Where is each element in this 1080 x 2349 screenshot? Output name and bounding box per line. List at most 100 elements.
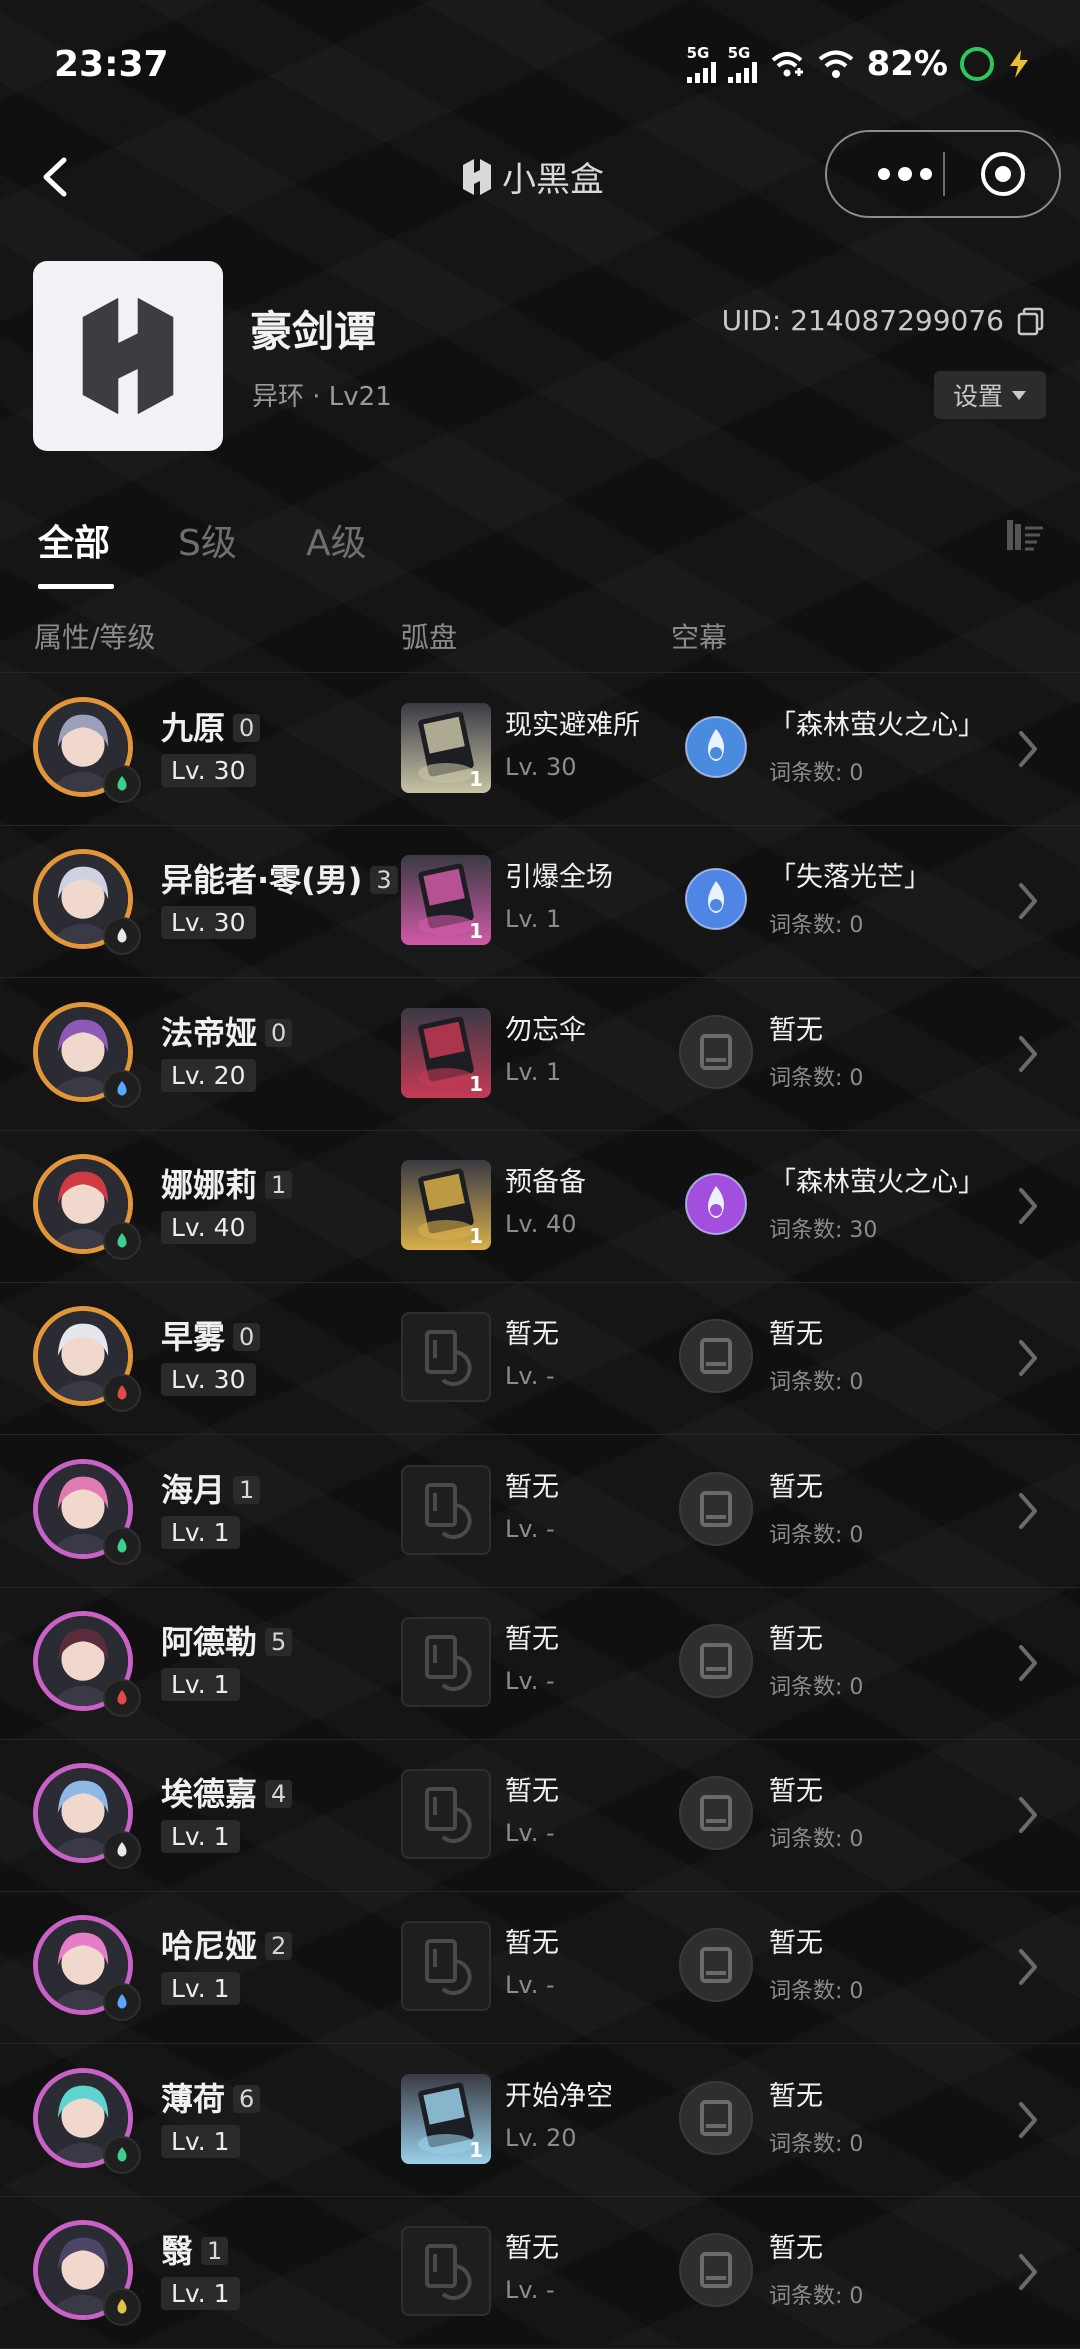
character-level: Lv. 1: [161, 2124, 240, 2158]
uid-text: UID: 214087299076: [721, 304, 1004, 337]
sky-curtain-icon: [676, 707, 756, 787]
tab-a-rank[interactable]: A级: [306, 514, 367, 566]
arc-disc-name: 现实避难所: [505, 710, 640, 741]
constellation-badge: 0: [233, 1323, 261, 1352]
wifi-icon: [818, 50, 853, 78]
wifi-plus-icon: [771, 52, 803, 77]
constellation-badge: 1: [233, 1475, 261, 1504]
constellation-badge: 1: [265, 1170, 293, 1199]
sky-curtain-entry-count: 词条数: 0: [769, 761, 864, 786]
character-name-text: 翳: [161, 2232, 194, 2270]
sort-filter-icon[interactable]: [1004, 514, 1046, 556]
character-name: 薄荷 6: [161, 2074, 261, 2120]
chevron-right-icon[interactable]: [1013, 1793, 1043, 1837]
sky-curtain-entry-count: 词条数: 0: [769, 2131, 864, 2157]
character-row[interactable]: 异能者·零(男) 3 Lv. 30 1 引爆全场 Lv. 1 「失落光芒」 词条…: [0, 825, 1080, 979]
element-blue-icon: [103, 1983, 141, 2022]
chevron-right-icon[interactable]: [1013, 1489, 1043, 1533]
sky-curtain-entry-count: 词条数: 0: [769, 1522, 864, 1548]
sky-curtain-name: 暂无: [769, 2233, 823, 2264]
character-row[interactable]: 早雾 0 Lv. 30 暂无 Lv. - 暂无 词条数: 0: [0, 1282, 1080, 1436]
element-green-icon: [103, 2135, 141, 2174]
chevron-right-icon[interactable]: [1013, 2250, 1043, 2294]
constellation-badge: 2: [265, 1932, 293, 1961]
sky-curtain-name: 暂无: [769, 1776, 823, 1808]
constellation-badge: 0: [265, 1018, 293, 1047]
more-menu-button[interactable]: [855, 132, 955, 216]
character-row[interactable]: 哈尼娅 2 Lv. 1 暂无 Lv. - 暂无 词条数: 0: [0, 1891, 1080, 2045]
arc-disc-level: Lv. 1: [505, 905, 562, 934]
sky-curtain-name: 暂无: [769, 2080, 823, 2112]
sky-curtain-name: 暂无: [769, 1471, 823, 1503]
tab-s-rank[interactable]: S级: [178, 514, 237, 566]
constellation-badge: 6: [233, 2084, 261, 2113]
arc-disc-empty-icon: [401, 1769, 491, 1860]
copy-icon[interactable]: [1016, 306, 1046, 336]
miniapp-capsule: [825, 130, 1061, 218]
character-level: Lv. 20: [161, 1058, 256, 1092]
header-arc-disc: 弧盘: [401, 621, 458, 654]
chevron-right-icon[interactable]: [1013, 879, 1043, 923]
chevron-right-icon[interactable]: [1013, 1032, 1043, 1076]
tab-indicator: [38, 584, 114, 589]
character-name-text: 薄荷: [161, 2079, 226, 2118]
app-brand: 小黑盒: [460, 152, 604, 201]
arc-disc-count: 1: [469, 919, 483, 944]
back-arrow-icon[interactable]: [28, 142, 88, 212]
close-miniapp-icon[interactable]: [979, 150, 1027, 198]
arc-disc-image: 1: [401, 2073, 491, 2164]
constellation-badge: 4: [265, 1780, 293, 1809]
character-level: Lv. 1: [161, 1972, 240, 2006]
sky-curtain-name: 「森林萤火之心」: [769, 1166, 985, 1198]
arc-disc-level: Lv. 40: [505, 1209, 577, 1238]
tab-bar: 全部 S级 A级: [0, 500, 1080, 600]
chevron-right-icon[interactable]: [1013, 727, 1043, 771]
character-row[interactable]: 九原 0 Lv. 30 1 现实避难所 Lv. 30 「森林萤火之心」 词条数:…: [0, 673, 1080, 826]
arc-disc-image: 1: [401, 703, 491, 793]
character-name: 哈尼娅 2: [161, 1921, 293, 1967]
settings-dropdown-button[interactable]: 设置: [934, 371, 1046, 419]
chevron-right-icon[interactable]: [1013, 1945, 1043, 1989]
game-avatar: [33, 261, 223, 451]
character-row[interactable]: 翳1 Lv. 1 暂无 Lv. - 暂无 词条数: 0: [0, 2196, 1080, 2349]
character-level: Lv. 40: [161, 1210, 256, 1244]
chevron-right-icon[interactable]: [1013, 1336, 1043, 1380]
chevron-right-icon[interactable]: [1013, 1641, 1043, 1685]
character-row[interactable]: 埃德嘉 4 Lv. 1 暂无 Lv. - 暂无 词条数: 0: [0, 1739, 1080, 1893]
constellation-badge: 5: [265, 1627, 293, 1656]
arc-disc-name: 暂无: [505, 2233, 559, 2264]
character-row[interactable]: 薄荷 6 Lv. 1 1 开始净空 Lv. 20 暂无 词条数: 0: [0, 2044, 1080, 2197]
chevron-right-icon[interactable]: [1013, 2098, 1043, 2142]
sky-curtain-entry-count: 词条数: 0: [769, 1979, 864, 2005]
character-name-text: 法帝娅: [161, 1013, 258, 1052]
character-name-text: 早雾: [161, 1318, 226, 1357]
arc-disc-image: 1: [401, 855, 491, 946]
sky-curtain-empty-icon: [676, 1925, 756, 2005]
constellation-badge: 1: [201, 2237, 229, 2265]
character-name: 阿德勒 5: [161, 1617, 293, 1663]
charging-bolt-icon: [1010, 50, 1028, 78]
arc-disc-empty-icon: [401, 1921, 491, 2012]
sky-curtain-name: 暂无: [769, 1928, 823, 1960]
element-green-icon: [103, 1221, 141, 1260]
character-row[interactable]: 娜娜莉 1 Lv. 40 1 预备备 Lv. 40 「森林萤火之心」 词条数: …: [0, 1130, 1080, 1283]
character-row[interactable]: 阿德勒 5 Lv. 1 暂无 Lv. - 暂无 词条数: 0: [0, 1587, 1080, 1740]
chevron-right-icon[interactable]: [1013, 1184, 1043, 1228]
column-headers: 属性/等级 弧盘 空幕: [0, 608, 1080, 673]
battery-percent: 82%: [866, 44, 948, 84]
sky-curtain-entry-count: 词条数: 0: [769, 913, 864, 939]
caret-down-icon: [1012, 391, 1026, 400]
character-name: 早雾 0: [161, 1312, 261, 1358]
character-row[interactable]: 法帝娅 0 Lv. 20 1 勿忘伞 Lv. 1 暂无 词条数: 0: [0, 978, 1080, 1131]
arc-disc-empty-icon: [401, 2226, 491, 2316]
player-game-level: 异环 · Lv21: [252, 382, 392, 412]
header-sky-curtain: 空幕: [671, 621, 728, 654]
character-name: 法帝娅 0: [161, 1008, 293, 1054]
arc-disc-level: Lv. 1: [505, 1057, 562, 1086]
tab-all[interactable]: 全部: [38, 514, 110, 566]
character-row[interactable]: 海月 1 Lv. 1 暂无 Lv. - 暂无 词条数: 0: [0, 1435, 1080, 1588]
arc-disc-name: 暂无: [505, 1776, 559, 1808]
sky-curtain-empty-icon: [676, 1621, 756, 1701]
element-green-icon: [103, 1526, 141, 1565]
network-type-2: 5G: [727, 43, 751, 62]
